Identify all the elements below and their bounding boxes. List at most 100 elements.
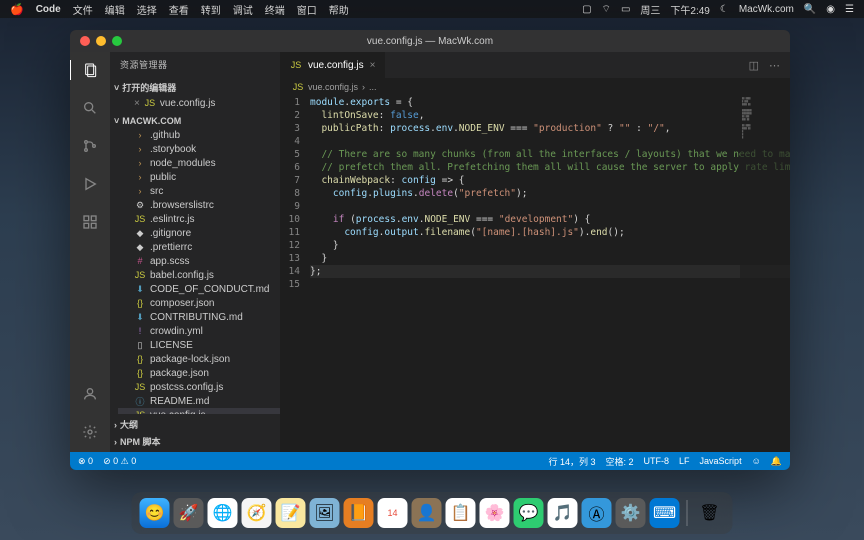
file-item[interactable]: ▯LICENSE xyxy=(118,338,280,352)
feedback-icon[interactable]: ☺ xyxy=(752,456,761,466)
menu-edit[interactable]: 编辑 xyxy=(105,2,125,17)
dock-photos-icon[interactable]: 🌸 xyxy=(480,498,510,528)
dock-preferences-icon[interactable]: ⚙️ xyxy=(616,498,646,528)
dock-messages-icon[interactable]: 💬 xyxy=(514,498,544,528)
file-item[interactable]: ⬇CONTRIBUTING.md xyxy=(118,310,280,324)
siri-icon[interactable]: ◉ xyxy=(826,4,835,15)
split-editor-icon[interactable]: ◫ xyxy=(749,59,759,72)
window-maximize-button[interactable] xyxy=(112,36,122,46)
dock-notes-icon[interactable]: 📝 xyxy=(276,498,306,528)
folder-item[interactable]: ›.github xyxy=(118,128,280,142)
item-label: .prettierrc xyxy=(150,242,192,253)
item-label: .eslintrc.js xyxy=(150,214,194,225)
open-editor-item[interactable]: × JS vue.config.js xyxy=(110,96,280,110)
menu-app[interactable]: Code xyxy=(36,4,61,15)
item-label: public xyxy=(150,172,176,183)
menubar-day[interactable]: 周三 xyxy=(640,2,660,17)
menu-select[interactable]: 选择 xyxy=(137,2,157,17)
file-type-icon: ⚙ xyxy=(134,200,146,211)
folder-item[interactable]: ›.storybook xyxy=(118,142,280,156)
file-item[interactable]: {}package.json xyxy=(118,366,280,380)
menu-goto[interactable]: 转到 xyxy=(201,2,221,17)
folder-item[interactable]: ›src xyxy=(118,184,280,198)
file-item[interactable]: JSpostcss.config.js xyxy=(118,380,280,394)
dock-trash-icon[interactable]: 🗑 xyxy=(695,498,725,528)
open-editors-header[interactable]: ˅打开的编辑器 xyxy=(110,79,280,96)
problems-indicator[interactable]: ⊘ 0 ⚠ 0 xyxy=(103,456,136,467)
dock-contacts-icon[interactable]: 👤 xyxy=(412,498,442,528)
dock-itunes-icon[interactable]: 🎵 xyxy=(548,498,578,528)
search-icon[interactable] xyxy=(80,98,100,118)
notification-center-icon[interactable]: ☰ xyxy=(845,4,854,15)
language-mode[interactable]: JavaScript xyxy=(700,456,742,466)
tab-vue-config[interactable]: JS vue.config.js × xyxy=(280,52,386,78)
battery-icon[interactable]: ▭ xyxy=(621,4,630,15)
extensions-icon[interactable] xyxy=(80,212,100,232)
menu-help[interactable]: 帮助 xyxy=(329,2,349,17)
project-header[interactable]: ˅MACWK.COM xyxy=(110,114,280,128)
cursor-position[interactable]: 行 14，列 3 xyxy=(548,455,595,468)
more-actions-icon[interactable]: ⋯ xyxy=(769,59,780,72)
npm-scripts-header[interactable]: ›NPM 脚本 xyxy=(110,433,280,450)
eol[interactable]: LF xyxy=(679,456,690,466)
file-item[interactable]: JSbabel.config.js xyxy=(118,268,280,282)
do-not-disturb-icon[interactable]: ☾ xyxy=(720,4,729,15)
indentation[interactable]: 空格: 2 xyxy=(606,455,634,468)
menubar-time[interactable]: 下午2:49 xyxy=(670,2,709,17)
dock-chrome-icon[interactable]: 🌐 xyxy=(208,498,238,528)
wifi-icon[interactable]: ⌔ xyxy=(602,3,611,16)
file-type-icon: JS xyxy=(134,382,146,392)
menu-file[interactable]: 文件 xyxy=(73,2,93,17)
sidebar-title: 资源管理器 xyxy=(110,52,280,77)
folder-item[interactable]: ›node_modules xyxy=(118,156,280,170)
dock-finder-icon[interactable]: 😊 xyxy=(140,498,170,528)
file-item[interactable]: ◆ .prettierrc xyxy=(118,240,280,254)
code-editor[interactable]: 123456789101112131415 module.exports = {… xyxy=(280,96,790,452)
window-close-button[interactable] xyxy=(80,36,90,46)
notifications-icon[interactable]: 🔔 xyxy=(771,456,782,467)
menu-debug[interactable]: 调试 xyxy=(233,2,253,17)
minimap[interactable]: ██ █████ ███████ ████████████████████ ██… xyxy=(740,96,790,452)
tab-close-icon[interactable]: × xyxy=(370,60,376,71)
item-label: .github xyxy=(150,130,180,141)
folder-item[interactable]: ›public xyxy=(118,170,280,184)
file-item[interactable]: #app.scss xyxy=(118,254,280,268)
outline-header[interactable]: ›大纲 xyxy=(110,416,280,433)
dock-reminders-icon[interactable]: 📋 xyxy=(446,498,476,528)
accounts-icon[interactable] xyxy=(80,384,100,404)
window-minimize-button[interactable] xyxy=(96,36,106,46)
close-icon[interactable]: × xyxy=(134,98,140,109)
dock-preview-icon[interactable]: 🖼 xyxy=(310,498,340,528)
display-icon[interactable]: ▢ xyxy=(582,4,591,15)
debug-icon[interactable] xyxy=(80,174,100,194)
explorer-icon[interactable] xyxy=(70,60,109,80)
dock-books-icon[interactable]: 📙 xyxy=(344,498,374,528)
dock-safari-icon[interactable]: 🧭 xyxy=(242,498,272,528)
dock-calendar-icon[interactable]: 14 xyxy=(378,498,408,528)
file-item[interactable]: {}composer.json xyxy=(118,296,280,310)
menubar-site[interactable]: MacWk.com xyxy=(739,4,794,15)
file-item[interactable]: ⬇CODE_OF_CONDUCT.md xyxy=(118,282,280,296)
file-type-icon: ◆ xyxy=(134,242,146,253)
encoding[interactable]: UTF-8 xyxy=(644,456,670,466)
file-item[interactable]: !crowdin.yml xyxy=(118,324,280,338)
file-item[interactable]: ◆.gitignore xyxy=(118,226,280,240)
menu-view[interactable]: 查看 xyxy=(169,2,189,17)
spotlight-icon[interactable]: 🔍 xyxy=(804,4,816,15)
chevron-right-icon: › xyxy=(114,420,117,430)
file-item[interactable]: JS.eslintrc.js xyxy=(118,212,280,226)
dock-launchpad-icon[interactable]: 🚀 xyxy=(174,498,204,528)
source-control-icon[interactable] xyxy=(80,136,100,156)
chevron-right-icon: › xyxy=(362,82,365,92)
menu-window[interactable]: 窗口 xyxy=(297,2,317,17)
menu-terminal[interactable]: 终端 xyxy=(265,2,285,17)
file-item[interactable]: ⓘREADME.md xyxy=(118,394,280,408)
file-item[interactable]: {}package-lock.json xyxy=(118,352,280,366)
settings-gear-icon[interactable] xyxy=(80,422,100,442)
dock-appstore-icon[interactable]: Ⓐ xyxy=(582,498,612,528)
apple-logo-icon[interactable]: 🍎 xyxy=(10,3,24,16)
file-item[interactable]: ⚙.browserslistrc xyxy=(118,198,280,212)
remote-indicator[interactable]: ⊗ 0 xyxy=(78,456,93,467)
breadcrumb[interactable]: JS vue.config.js › ... xyxy=(280,78,790,96)
dock-vscode-icon[interactable]: ⌨ xyxy=(650,498,680,528)
